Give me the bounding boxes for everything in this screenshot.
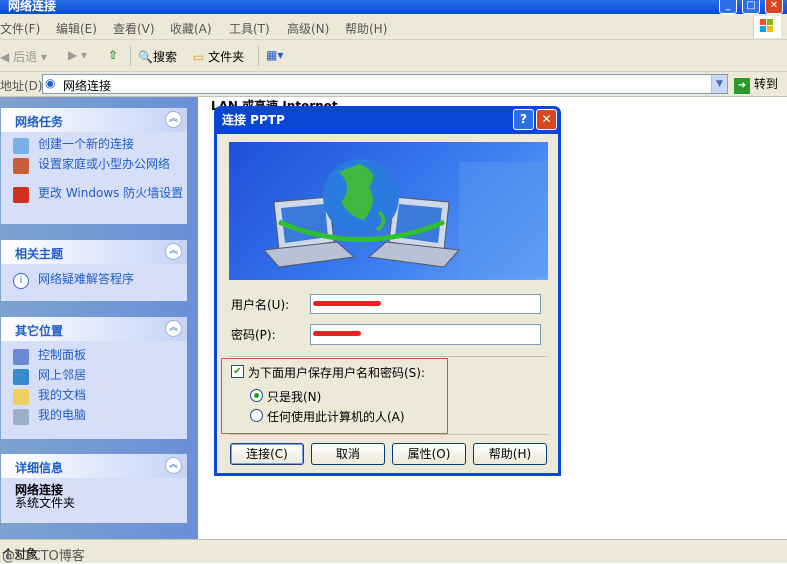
- toolbar-separator: [130, 46, 131, 66]
- anyone-label: 任何使用此计算机的人(A): [267, 410, 405, 424]
- panel-title: 网络任务: [15, 115, 64, 129]
- anyone-radio[interactable]: [250, 409, 263, 422]
- firewall-settings-link[interactable]: 更改 Windows 防火墙设置: [13, 187, 187, 216]
- panel-header[interactable]: 相关主题 ︽: [1, 240, 187, 264]
- help-button[interactable]: 帮助(H): [473, 443, 547, 465]
- dialog-close-icon[interactable]: ✕: [536, 109, 557, 130]
- help-question-icon[interactable]: ?: [513, 109, 534, 130]
- only-me-label: 只是我(N): [267, 390, 322, 404]
- menu-bar: 文件(F) 编辑(E) 查看(V) 收藏(A) 工具(T) 高级(N) 帮助(H…: [0, 14, 787, 40]
- only-me-radio[interactable]: [250, 389, 263, 402]
- control-panel-link[interactable]: 控制面板: [13, 349, 187, 369]
- related-topics-panel: 相关主题 ︽ i 网络疑难解答程序: [1, 240, 187, 301]
- username-label: 用户名(U):: [231, 298, 290, 312]
- redaction-mark: [313, 301, 381, 306]
- network-places-icon: [13, 369, 29, 385]
- my-documents-link[interactable]: 我的文档: [13, 389, 187, 409]
- folders-button[interactable]: ▭ 文件夹: [193, 48, 244, 65]
- collapse-chevron-icon[interactable]: ︽: [165, 320, 182, 337]
- divider: [229, 356, 548, 357]
- search-button[interactable]: 🔍搜索: [138, 48, 177, 65]
- back-button[interactable]: ◀ 后退 ▾: [0, 48, 47, 65]
- address-bar: 地址(D) ◉ 网络连接 ▼ ➜ 转到: [0, 72, 787, 97]
- save-credentials-checkbox[interactable]: ✔: [231, 365, 244, 378]
- panel-title: 详细信息: [15, 461, 64, 475]
- panel-header[interactable]: 网络任务 ︽: [1, 108, 187, 132]
- search-icon: 🔍: [138, 50, 153, 64]
- go-arrow-icon: ➜: [734, 78, 750, 94]
- globe-laptops-illustration: [262, 159, 549, 277]
- network-tasks-panel: 网络任务 ︽ 创建一个新的连接 设置家庭或小型办公网络 更改 Windows 防火…: [1, 108, 187, 224]
- folder-icon: ▭: [193, 50, 205, 64]
- up-folder-icon[interactable]: ⇧: [108, 48, 118, 62]
- panel-header[interactable]: 详细信息 ︽: [1, 454, 187, 478]
- new-connection-icon: [13, 138, 29, 154]
- divider: [229, 434, 548, 435]
- connect-button[interactable]: 连接(C): [230, 443, 304, 465]
- computer-icon: [13, 409, 29, 425]
- documents-folder-icon: [13, 389, 29, 405]
- connect-dialog: 连接 PPTP ? ✕ 用户名(U): 密码(P): ✔ 为下面用户保存用户名和…: [214, 106, 561, 476]
- collapse-chevron-icon[interactable]: ︽: [165, 457, 182, 474]
- panel-header[interactable]: 其它位置 ︽: [1, 317, 187, 341]
- password-input[interactable]: [310, 324, 541, 345]
- menu-help[interactable]: 帮助(H): [345, 20, 387, 37]
- network-banner: [229, 142, 549, 280]
- collapse-chevron-icon[interactable]: ︽: [165, 111, 182, 128]
- watermark: @51CTO博客: [2, 549, 85, 564]
- create-connection-link[interactable]: 创建一个新的连接: [13, 138, 187, 158]
- firewall-icon: [13, 187, 29, 203]
- close-button[interactable]: ✕: [765, 0, 783, 14]
- toolbar-separator: [258, 46, 259, 66]
- my-computer-link[interactable]: 我的电脑: [13, 409, 187, 429]
- address-dropdown-icon[interactable]: ▼: [711, 75, 727, 93]
- home-network-icon: [13, 158, 29, 174]
- details-panel: 详细信息 ︽ 网络连接 系统文件夹: [1, 454, 187, 523]
- view-grid-icon: ▦: [266, 48, 278, 62]
- info-icon: i: [13, 273, 29, 289]
- control-panel-icon: [13, 349, 29, 365]
- details-desc: 系统文件夹: [15, 496, 76, 510]
- toolbar: ◀ 后退 ▾ ▶ ▾ ⇧ 🔍搜索 ▭ 文件夹 ▦▾: [0, 40, 787, 72]
- other-places-panel: 其它位置 ︽ 控制面板 网上邻居 我的文档 我的电脑: [1, 317, 187, 439]
- status-bar: 个对象 @51CTO博客: [0, 539, 787, 564]
- address-input[interactable]: ◉ 网络连接 ▼: [42, 74, 728, 94]
- network-globe-icon: ◉: [45, 76, 56, 90]
- cancel-button[interactable]: 取消: [311, 443, 385, 465]
- forward-arrow-icon: ▶: [68, 48, 78, 62]
- menu-file[interactable]: 文件(F): [0, 20, 40, 37]
- menu-edit[interactable]: 编辑(E): [56, 20, 97, 37]
- collapse-chevron-icon[interactable]: ︽: [165, 243, 182, 260]
- sidebar: 网络任务 ︽ 创建一个新的连接 设置家庭或小型办公网络 更改 Windows 防火…: [0, 97, 198, 539]
- minimize-button[interactable]: _: [719, 0, 737, 14]
- windows-logo-icon: [753, 16, 781, 38]
- address-value: 网络连接: [63, 79, 112, 93]
- properties-button[interactable]: 属性(O): [392, 443, 466, 465]
- panel-title: 相关主题: [15, 247, 64, 261]
- go-button[interactable]: ➜ 转到: [734, 75, 778, 94]
- menu-view[interactable]: 查看(V): [113, 20, 155, 37]
- username-input[interactable]: [310, 294, 541, 314]
- back-arrow-icon: ◀: [0, 50, 10, 64]
- title-bar: 网络连接 _ □ ✕: [0, 0, 787, 14]
- redaction-mark: [313, 331, 361, 336]
- dialog-title: 连接 PPTP: [222, 113, 285, 127]
- network-places-link[interactable]: 网上邻居: [13, 369, 187, 389]
- menu-tools[interactable]: 工具(T): [229, 20, 270, 37]
- address-label: 地址(D): [0, 79, 43, 93]
- password-label: 密码(P):: [231, 328, 276, 342]
- views-button[interactable]: ▦▾: [266, 48, 283, 62]
- menu-favorites[interactable]: 收藏(A): [170, 20, 212, 37]
- save-credentials-label: 为下面用户保存用户名和密码(S):: [248, 366, 426, 380]
- menu-advanced[interactable]: 高级(N): [287, 20, 329, 37]
- troubleshooter-link[interactable]: i 网络疑难解答程序: [13, 273, 187, 293]
- forward-button[interactable]: ▶ ▾: [68, 48, 87, 62]
- window-title: 网络连接: [8, 0, 57, 13]
- home-network-link[interactable]: 设置家庭或小型办公网络: [13, 158, 187, 187]
- maximize-button[interactable]: □: [742, 0, 760, 14]
- panel-title: 其它位置: [15, 324, 64, 338]
